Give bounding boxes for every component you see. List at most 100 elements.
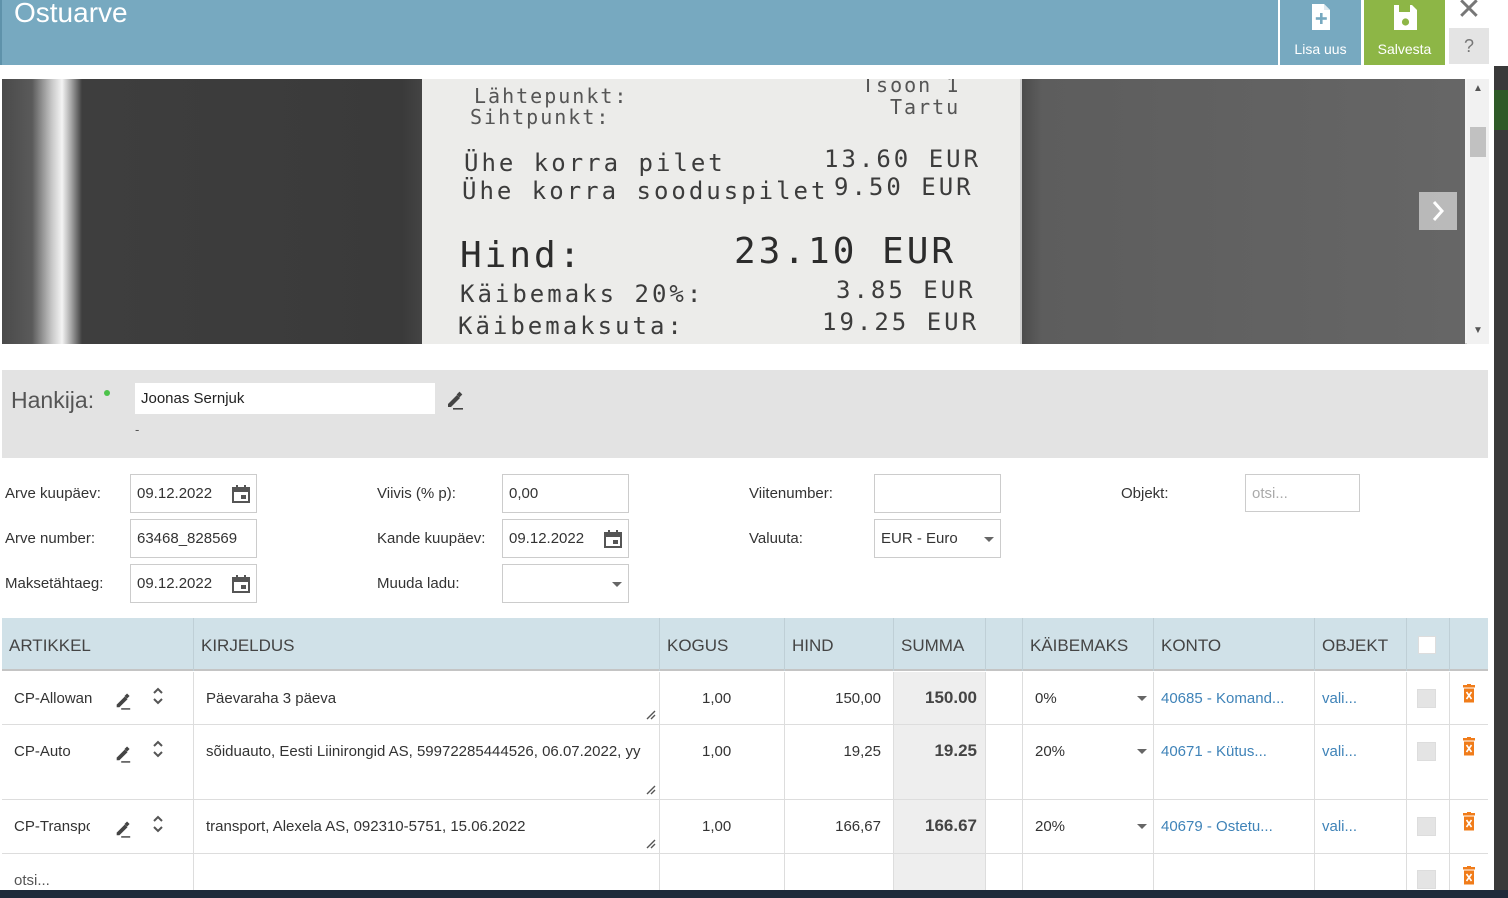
penalty-field[interactable]: 0,00	[502, 474, 629, 513]
invoice-date-field[interactable]: 09.12.2022	[130, 474, 257, 513]
select-all-checkbox[interactable]	[1418, 636, 1436, 654]
object-search-input[interactable]: otsi...	[1245, 474, 1360, 512]
quantity-cell[interactable]	[660, 854, 785, 890]
account-link[interactable]: 40685 - Komand...	[1161, 690, 1284, 707]
invoice-date-value: 09.12.2022	[137, 485, 213, 502]
receipt-line: Ühe korra pilet	[464, 149, 726, 177]
column-header[interactable]: SUMMA	[894, 618, 986, 671]
column-header[interactable]: KÄIBEMAKS	[1023, 618, 1154, 671]
quantity-cell[interactable]: 1,00	[660, 800, 785, 853]
article-cell[interactable]: CP-Auto	[2, 725, 194, 799]
description-value: Päevaraha 3 päeva	[206, 690, 337, 707]
account-cell[interactable]: 40685 - Komand...	[1154, 672, 1315, 724]
account-link[interactable]: 40679 - Ostetu...	[1161, 818, 1273, 835]
entry-date-value: 09.12.2022	[509, 530, 585, 547]
vat-select[interactable]: 20%	[1023, 800, 1154, 853]
spacer-cell	[986, 672, 1023, 724]
description-cell[interactable]	[194, 854, 660, 890]
column-header[interactable]: HIND	[785, 618, 894, 671]
save-button[interactable]: Salvesta	[1364, 0, 1445, 65]
scroll-down-icon[interactable]: ▼	[1473, 325, 1483, 336]
delete-icon[interactable]	[1462, 737, 1476, 757]
invoice-number-label: Arve number:	[5, 530, 96, 547]
next-image-button[interactable]	[1419, 192, 1457, 230]
quantity-cell[interactable]: 1,00	[660, 725, 785, 799]
expand-collapse-icon[interactable]	[152, 814, 164, 834]
article-search-cell[interactable]: otsi...	[2, 854, 194, 890]
add-new-button[interactable]: Lisa uus	[1280, 0, 1361, 65]
pencil-icon[interactable]	[113, 820, 133, 838]
currency-select[interactable]: EUR - Euro	[874, 519, 1001, 558]
object-link[interactable]: vali...	[1322, 690, 1357, 707]
object-cell[interactable]: vali...	[1315, 725, 1407, 799]
calendar-icon[interactable]	[603, 529, 623, 549]
expand-collapse-icon[interactable]	[152, 686, 164, 706]
article-search-input[interactable]: otsi...	[14, 872, 50, 889]
column-header[interactable]: OBJEKT	[1315, 618, 1407, 671]
article-cell[interactable]: CP-Transpc	[2, 800, 194, 853]
penalty-label: Viivis (% p):	[377, 485, 456, 502]
article-value: CP-Transpc	[14, 818, 90, 835]
description-cell[interactable]: Päevaraha 3 päeva	[194, 672, 660, 724]
delete-icon[interactable]	[1462, 866, 1476, 886]
account-cell[interactable]: 40671 - Kütus...	[1154, 725, 1315, 799]
vat-select[interactable]	[1023, 854, 1154, 890]
sum-cell	[894, 854, 986, 890]
vat-select[interactable]: 20%	[1023, 725, 1154, 799]
column-header[interactable]: KOGUS	[660, 618, 785, 671]
object-link[interactable]: vali...	[1322, 818, 1357, 835]
column-header[interactable]: ARTIKKEL	[2, 618, 194, 671]
delete-icon[interactable]	[1462, 684, 1476, 704]
price-cell[interactable]: 166,67	[785, 800, 894, 853]
price-value: 166,67	[835, 818, 881, 835]
receipt-viewer: Lähtepunkt: Tsoon 1 Sihtpunkt: Tartu Ühe…	[2, 79, 1489, 344]
scroll-up-icon[interactable]: ▲	[1473, 83, 1483, 94]
due-date-value: 09.12.2022	[137, 575, 213, 592]
column-header[interactable]: KONTO	[1154, 618, 1315, 671]
vat-select[interactable]: 0%	[1023, 672, 1154, 724]
account-cell[interactable]	[1154, 854, 1315, 890]
article-cell[interactable]: CP-Allowan	[2, 672, 194, 724]
row-checkbox[interactable]	[1417, 817, 1436, 836]
row-checkbox[interactable]	[1417, 742, 1436, 761]
pencil-icon[interactable]	[445, 390, 465, 410]
object-cell[interactable]	[1315, 854, 1407, 890]
price-cell[interactable]: 150,00	[785, 672, 894, 724]
quantity-value: 1,00	[702, 818, 732, 835]
warehouse-select[interactable]	[502, 564, 629, 603]
calendar-icon[interactable]	[231, 574, 251, 594]
expand-collapse-icon[interactable]	[152, 739, 164, 759]
calendar-icon[interactable]	[231, 484, 251, 504]
due-date-field[interactable]: 09.12.2022	[130, 564, 257, 603]
price-cell[interactable]: 19,25	[785, 725, 894, 799]
pencil-icon[interactable]	[113, 745, 133, 763]
row-checkbox[interactable]	[1417, 870, 1436, 889]
quantity-cell[interactable]: 1,00	[660, 672, 785, 724]
row-checkbox[interactable]	[1417, 689, 1436, 708]
delete-icon[interactable]	[1462, 812, 1476, 832]
close-icon[interactable]: ✕	[1456, 0, 1482, 27]
description-cell[interactable]: sõiduauto, Eesti Liinirongid AS, 5997228…	[194, 725, 660, 799]
column-header[interactable]: KIRJELDUS	[194, 618, 660, 671]
object-link[interactable]: vali...	[1322, 743, 1357, 760]
description-cell[interactable]: transport, Alexela AS, 092310-5751, 15.0…	[194, 800, 660, 853]
account-link[interactable]: 40671 - Kütus...	[1161, 743, 1267, 760]
object-cell[interactable]: vali...	[1315, 672, 1407, 724]
background-accent	[1494, 90, 1508, 130]
resize-handle-icon[interactable]	[646, 839, 656, 849]
sum-cell: 166.67	[894, 800, 986, 853]
account-cell[interactable]: 40679 - Ostetu...	[1154, 800, 1315, 853]
viewer-scrollbar[interactable]: ▲ ▼	[1467, 79, 1489, 344]
help-button[interactable]: ?	[1449, 28, 1489, 64]
price-cell[interactable]	[785, 854, 894, 890]
resize-handle-icon[interactable]	[646, 710, 656, 720]
supplier-field[interactable]: Joonas Sernjuk	[135, 383, 435, 414]
pencil-icon[interactable]	[113, 692, 133, 710]
resize-handle-icon[interactable]	[646, 785, 656, 795]
entry-date-field[interactable]: 09.12.2022	[502, 519, 629, 558]
scrollbar-thumb[interactable]	[1470, 127, 1486, 157]
reference-number-field[interactable]	[874, 474, 1001, 513]
receipt-line: 9.50 EUR	[834, 173, 974, 201]
object-cell[interactable]: vali...	[1315, 800, 1407, 853]
invoice-number-field[interactable]: 63468_828569	[130, 519, 257, 558]
